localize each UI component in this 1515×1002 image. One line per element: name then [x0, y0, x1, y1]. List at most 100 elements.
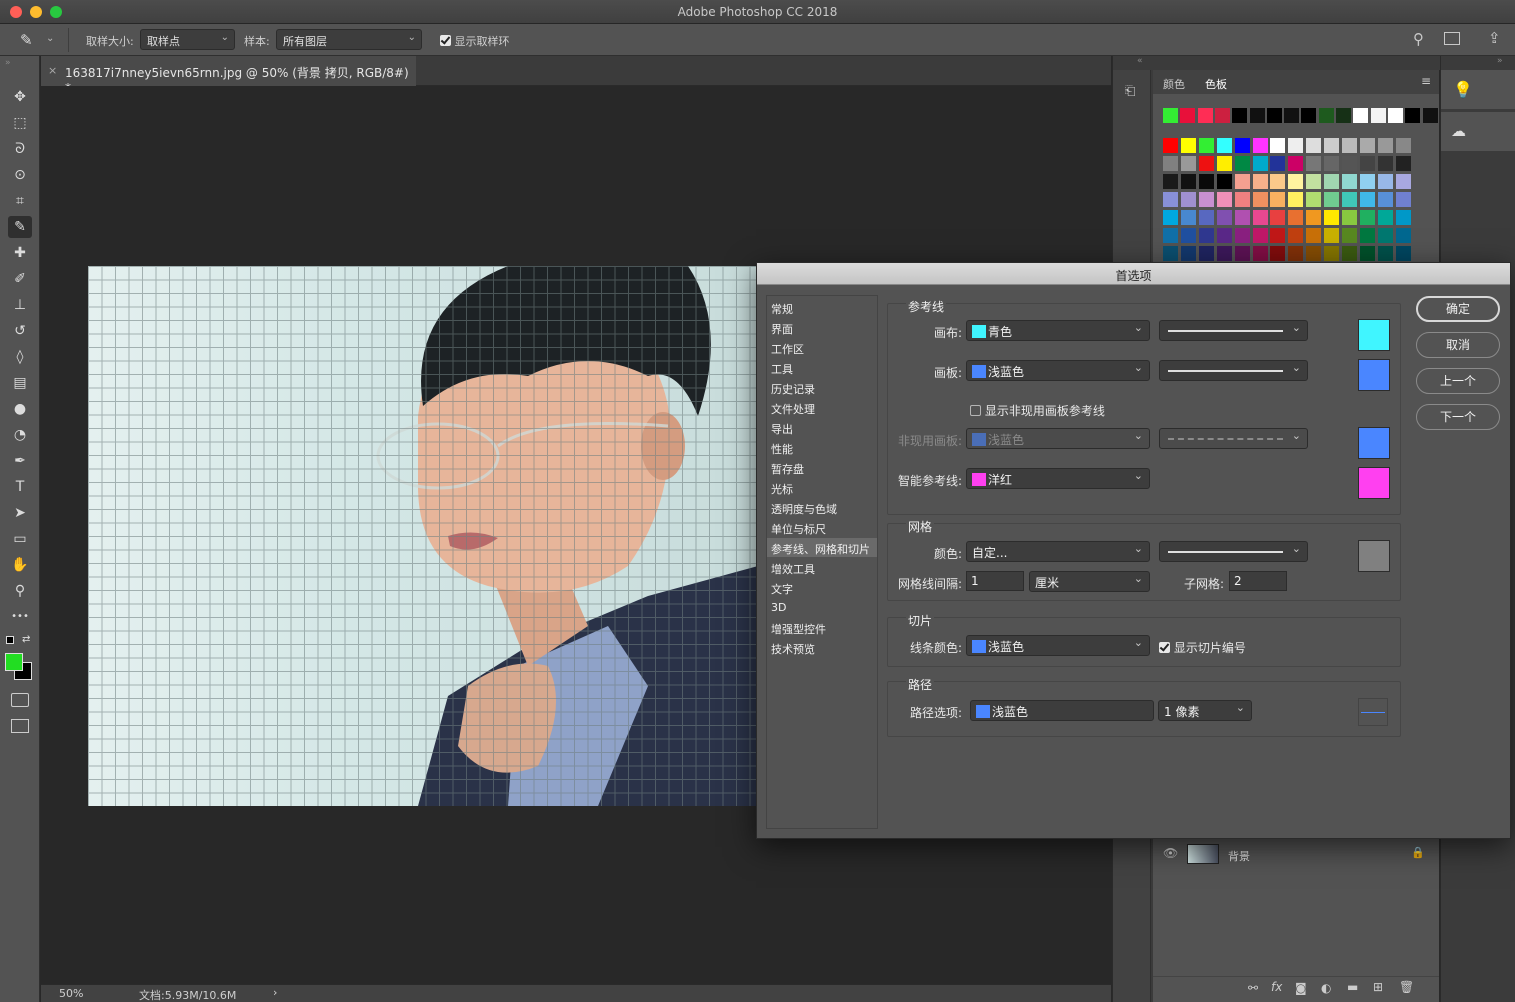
color-swatch[interactable] [1342, 174, 1357, 189]
previous-button[interactable]: 上一个 [1416, 368, 1500, 394]
color-swatch[interactable] [1306, 192, 1322, 207]
sample-size-select[interactable]: 取样点 ⌄ [140, 29, 235, 50]
color-swatch[interactable] [1324, 192, 1340, 207]
color-swatch[interactable] [1359, 228, 1375, 243]
color-swatch[interactable] [1342, 246, 1357, 261]
path-width-select[interactable]: 1 像素 ⌄ [1158, 700, 1252, 721]
recent-swatch[interactable] [1422, 108, 1438, 123]
color-swatch[interactable] [1180, 174, 1196, 189]
color-swatch[interactable] [1252, 192, 1268, 207]
color-swatch[interactable] [1377, 192, 1393, 207]
color-swatch[interactable] [1324, 210, 1340, 225]
zoom-tool-icon[interactable]: ⚲ [8, 580, 32, 602]
category-item[interactable]: 增强型控件 [767, 618, 877, 637]
color-swatch[interactable] [1252, 210, 1268, 225]
category-item[interactable]: 界面 [767, 318, 877, 337]
quick-mask-icon[interactable] [11, 693, 29, 707]
grid-style-select[interactable]: ⌄ [1159, 541, 1308, 562]
color-swatch[interactable] [1252, 246, 1268, 261]
status-menu-arrow-icon[interactable]: › [273, 986, 277, 999]
collapse-icon[interactable]: » [5, 58, 11, 68]
category-item[interactable]: 导出 [767, 418, 877, 437]
lasso-tool-icon[interactable]: ᘐ [8, 138, 32, 160]
tab-swatches[interactable]: 色板 [1205, 76, 1227, 92]
color-swatch[interactable] [1216, 174, 1232, 189]
color-swatch[interactable] [1359, 156, 1375, 171]
color-swatch[interactable] [1377, 138, 1393, 153]
subdivisions-input[interactable]: 2 [1229, 571, 1287, 591]
recent-swatch[interactable] [1284, 108, 1300, 123]
tab-color[interactable]: 颜色 [1163, 76, 1185, 92]
color-swatch[interactable] [1234, 174, 1250, 189]
color-swatch[interactable] [1216, 138, 1232, 153]
color-swatch[interactable] [1377, 210, 1393, 225]
color-swatch[interactable] [1324, 228, 1340, 243]
category-item[interactable]: 增效工具 [767, 558, 877, 577]
recent-swatch[interactable] [1266, 108, 1282, 123]
search-icon[interactable]: ⚲ [1413, 30, 1424, 48]
color-swatch[interactable] [1163, 210, 1178, 225]
add-mask-icon[interactable]: ◙ [1295, 981, 1307, 995]
rectangle-tool-icon[interactable]: ▭ [8, 528, 32, 550]
color-swatch[interactable] [1198, 246, 1214, 261]
color-swatch[interactable] [1216, 210, 1232, 225]
share-icon[interactable]: ⇪ [1488, 29, 1501, 47]
layer-row[interactable]: 👁 背景 🔒 [1153, 840, 1439, 868]
color-swatch[interactable] [1234, 138, 1250, 153]
color-swatch[interactable] [1198, 210, 1214, 225]
color-swatch[interactable] [1306, 228, 1322, 243]
recent-swatch[interactable] [1197, 108, 1213, 123]
canvas-guide-color-swatch[interactable] [1358, 319, 1390, 351]
color-swatch[interactable] [1377, 156, 1393, 171]
sample-select[interactable]: 所有图层 ⌄ [276, 29, 422, 50]
color-swatch[interactable] [1234, 246, 1250, 261]
color-swatch[interactable] [1342, 210, 1357, 225]
color-swatch[interactable] [1377, 174, 1393, 189]
color-swatch[interactable] [1288, 246, 1304, 261]
color-swatch[interactable] [1359, 246, 1375, 261]
color-swatch[interactable] [1163, 192, 1178, 207]
color-swatch[interactable] [1180, 210, 1196, 225]
category-item[interactable]: 工具 [767, 358, 877, 377]
marquee-tool-icon[interactable]: ⬚ [8, 112, 32, 134]
link-layers-icon[interactable]: ⚯ [1248, 981, 1258, 995]
recent-swatch[interactable] [1214, 108, 1230, 123]
document-tab[interactable]: × 163817i7nney5ievn65rnn.jpg @ 50% (背景 拷… [41, 56, 416, 95]
grid-color-swatch[interactable] [1358, 540, 1390, 572]
eyedropper-icon[interactable]: ✎ [20, 31, 33, 49]
path-color-select[interactable]: 浅蓝色 [970, 700, 1154, 721]
color-swatch[interactable] [1288, 174, 1304, 189]
recent-swatch[interactable] [1353, 108, 1369, 123]
color-swatch[interactable] [1252, 138, 1268, 153]
color-swatch[interactable] [1270, 228, 1286, 243]
new-layer-icon[interactable]: ⊞ [1373, 980, 1383, 994]
path-select-tool-icon[interactable]: ➤ [8, 502, 32, 524]
category-item[interactable]: 参考线、网格和切片 [767, 538, 877, 557]
color-swatch[interactable] [1163, 138, 1178, 153]
artboard-guide-color-swatch[interactable] [1358, 359, 1390, 391]
color-swatch[interactable] [1359, 192, 1375, 207]
color-swatch[interactable] [1216, 156, 1232, 171]
category-item[interactable]: 文字 [767, 578, 877, 597]
color-swatch[interactable] [1270, 156, 1286, 171]
color-swatch[interactable] [1270, 138, 1286, 153]
pen-tool-icon[interactable]: ✒ [8, 450, 32, 472]
color-swatch[interactable] [1324, 174, 1340, 189]
color-swatch[interactable] [1180, 192, 1196, 207]
category-item[interactable]: 暂存盘 [767, 458, 877, 477]
brush-tool-icon[interactable]: ✐ [8, 268, 32, 290]
category-item[interactable]: 历史记录 [767, 378, 877, 397]
color-swatch[interactable] [1395, 210, 1411, 225]
color-swatch[interactable] [1216, 246, 1232, 261]
canvas-guide-color-select[interactable]: 青色 ⌄ [966, 320, 1150, 341]
color-swatch[interactable] [1216, 228, 1232, 243]
recent-swatch[interactable] [1405, 108, 1421, 123]
color-swatch[interactable] [1395, 192, 1411, 207]
color-swatch[interactable] [1306, 174, 1322, 189]
show-slice-numbers-checkbox[interactable]: 显示切片编号 [1159, 639, 1246, 656]
group-folder-icon[interactable]: ▬ [1347, 980, 1358, 994]
slice-line-color-select[interactable]: 浅蓝色 ⌄ [966, 635, 1150, 656]
color-swatch[interactable] [1180, 246, 1196, 261]
screen-mode-icon[interactable] [11, 719, 29, 733]
default-colors-icon[interactable] [6, 636, 14, 644]
